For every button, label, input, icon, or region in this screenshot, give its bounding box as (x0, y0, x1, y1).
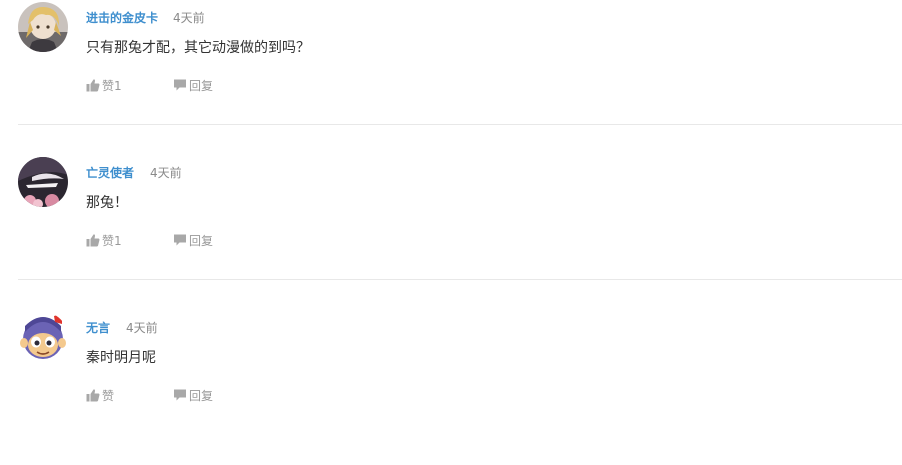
avatar[interactable] (18, 157, 68, 207)
comment-item: 进击的金皮卡 4天前 只有那兔才配，其它动漫做的到吗？ 赞1 回复 (0, 0, 902, 155)
comment-text: 秦时明月呢 (86, 350, 156, 366)
speech-bubble-icon (173, 388, 187, 402)
like-button[interactable]: 赞1 (86, 232, 122, 248)
reply-label: 回复 (189, 233, 214, 248)
thumbs-up-icon (86, 78, 100, 92)
speech-bubble-icon (173, 78, 187, 92)
like-count: 赞 (102, 388, 115, 403)
comment-item: 无言 4天前 秦时明月呢 赞 回复 (0, 310, 902, 465)
reply-label: 回复 (189, 78, 214, 93)
avatar[interactable] (18, 2, 68, 52)
reply-button[interactable]: 回复 (173, 77, 213, 93)
like-count: 赞1 (102, 78, 122, 93)
thumbs-up-icon (86, 233, 100, 247)
timestamp: 4天前 (150, 166, 182, 180)
comment-item: 亡灵使者 4天前 那兔！ 赞1 回复 (0, 155, 902, 310)
divider (18, 124, 902, 125)
username[interactable]: 无言 (86, 320, 110, 336)
timestamp: 4天前 (173, 11, 205, 25)
comment-text: 只有那兔才配，其它动漫做的到吗？ (86, 40, 310, 56)
like-button[interactable]: 赞 (86, 387, 114, 403)
comment-text: 那兔！ (86, 195, 128, 211)
divider (18, 279, 902, 280)
thumbs-up-icon (86, 388, 100, 402)
reply-button[interactable]: 回复 (173, 387, 213, 403)
reply-label: 回复 (189, 388, 214, 403)
username[interactable]: 进击的金皮卡 (86, 10, 158, 26)
avatar[interactable] (18, 312, 68, 362)
reply-button[interactable]: 回复 (173, 232, 213, 248)
like-count: 赞1 (102, 233, 122, 248)
timestamp: 4天前 (126, 321, 158, 335)
like-button[interactable]: 赞1 (86, 77, 122, 93)
speech-bubble-icon (173, 233, 187, 247)
username[interactable]: 亡灵使者 (86, 165, 134, 181)
